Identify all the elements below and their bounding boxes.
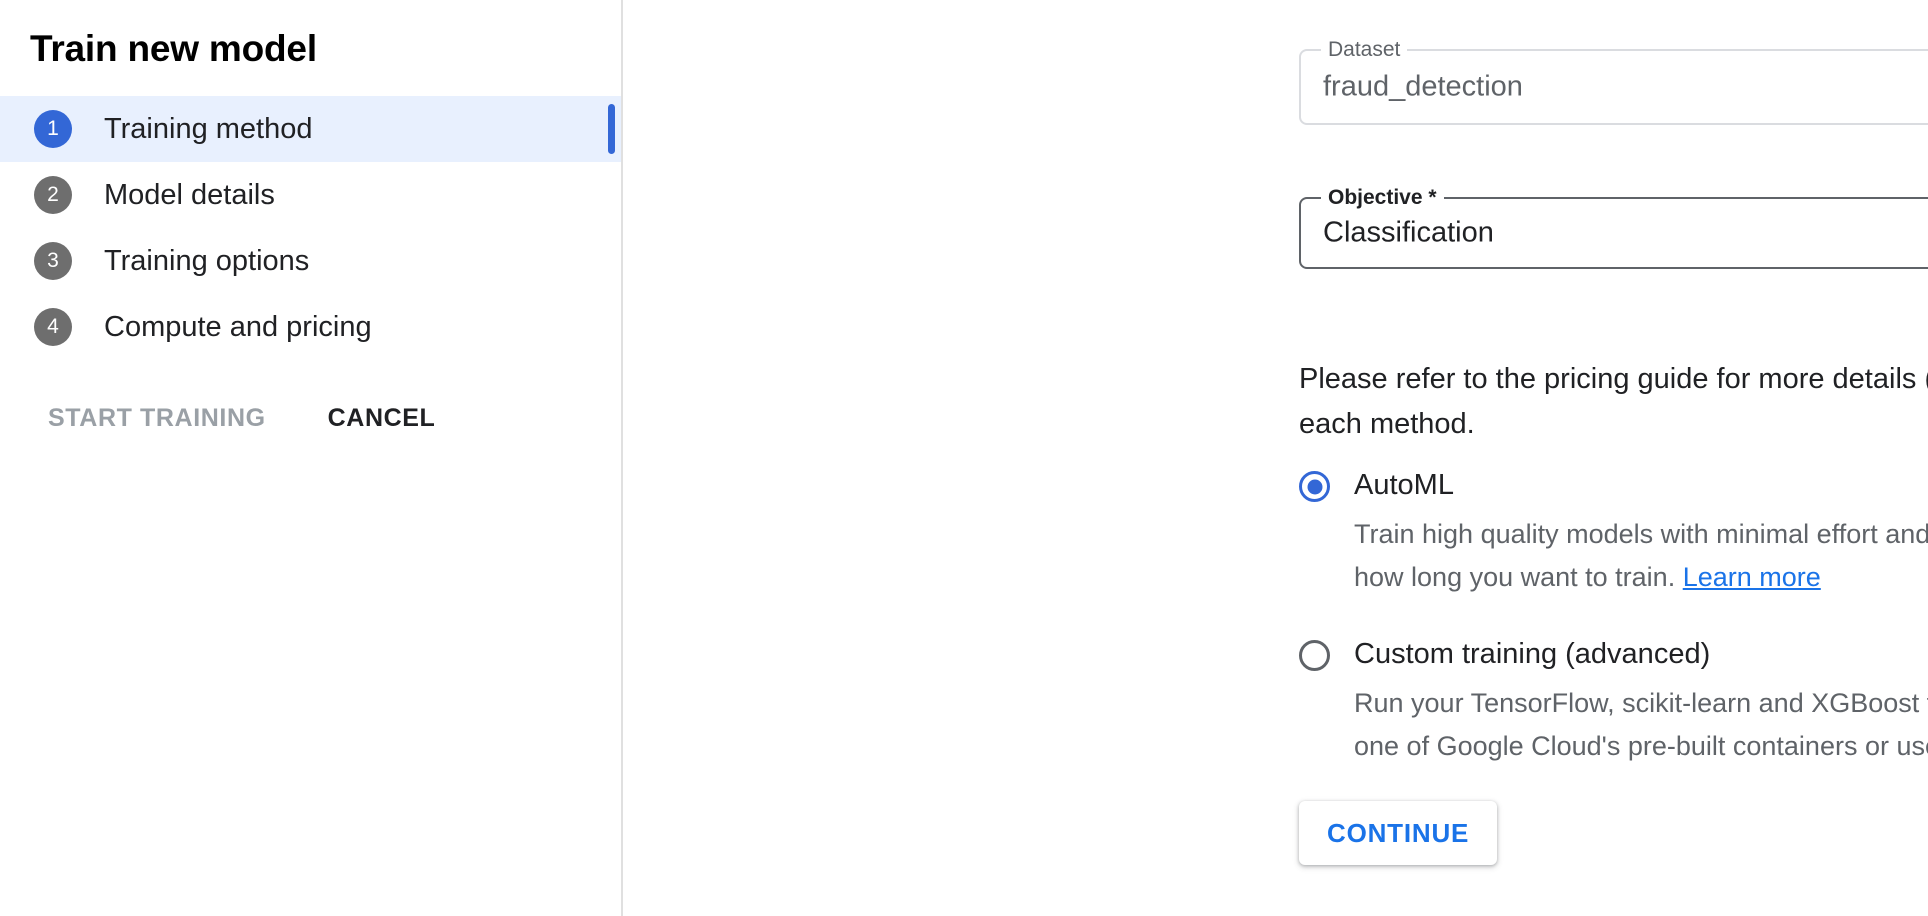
sidebar-item-model-details[interactable]: 2 Model details: [0, 162, 621, 228]
cancel-button[interactable]: CANCEL: [328, 404, 436, 433]
train-new-model-page: Train new model 1 Training method 2 Mode…: [0, 0, 1928, 916]
active-step-indicator: [608, 104, 615, 154]
option-automl-description-text: Train high quality models with minimal e…: [1354, 519, 1928, 592]
option-custom-training-description-text: Run your TensorFlow, scikit-learn and XG…: [1354, 688, 1928, 761]
learn-more-link-automl[interactable]: Learn more: [1683, 562, 1821, 592]
continue-button[interactable]: CONTINUE: [1299, 801, 1497, 865]
option-automl[interactable]: AutoML Train high quality models with mi…: [1299, 468, 1928, 599]
objective-select[interactable]: Objective * Classification: [1299, 197, 1928, 269]
sidebar-actions: START TRAINING CANCEL: [0, 404, 621, 433]
option-custom-training-title: Custom training (advanced): [1354, 637, 1928, 671]
sidebar: Train new model 1 Training method 2 Mode…: [0, 0, 623, 916]
step-list: 1 Training method 2 Model details 3 Trai…: [0, 96, 621, 360]
step-badge-4: 4: [34, 308, 72, 346]
step-label-3: Training options: [104, 245, 309, 278]
sidebar-item-compute-and-pricing[interactable]: 4 Compute and pricing: [0, 294, 621, 360]
sidebar-item-training-options[interactable]: 3 Training options: [0, 228, 621, 294]
radio-automl[interactable]: [1299, 471, 1330, 502]
option-automl-description: Train high quality models with minimal e…: [1354, 513, 1928, 599]
radio-custom-training[interactable]: [1299, 640, 1330, 671]
step-label-1: Training method: [104, 113, 312, 146]
main-content: Dataset fraud_detection ? Objective * Cl…: [623, 0, 1928, 916]
step-badge-2: 2: [34, 176, 72, 214]
sidebar-item-training-method[interactable]: 1 Training method: [0, 96, 621, 162]
objective-label: Objective *: [1321, 186, 1444, 210]
dataset-label: Dataset: [1321, 38, 1407, 62]
option-custom-training-description: Run your TensorFlow, scikit-learn and XG…: [1354, 682, 1928, 768]
page-title: Train new model: [0, 0, 621, 72]
step-label-2: Model details: [104, 179, 275, 212]
step-badge-3: 3: [34, 242, 72, 280]
dataset-select[interactable]: Dataset fraud_detection: [1299, 49, 1928, 125]
dataset-value: fraud_detection: [1323, 71, 1523, 104]
step-label-4: Compute and pricing: [104, 311, 372, 344]
training-method-options: AutoML Train high quality models with mi…: [1299, 468, 1928, 806]
start-training-button[interactable]: START TRAINING: [48, 404, 266, 433]
option-automl-title: AutoML: [1354, 468, 1928, 502]
objective-value: Classification: [1323, 217, 1494, 250]
option-custom-training[interactable]: Custom training (advanced) Run your Tens…: [1299, 637, 1928, 768]
step-badge-1: 1: [34, 110, 72, 148]
pricing-note: Please refer to the pricing guide for mo…: [1299, 357, 1928, 447]
dataset-field-row: Dataset fraud_detection ?: [1299, 49, 1928, 125]
